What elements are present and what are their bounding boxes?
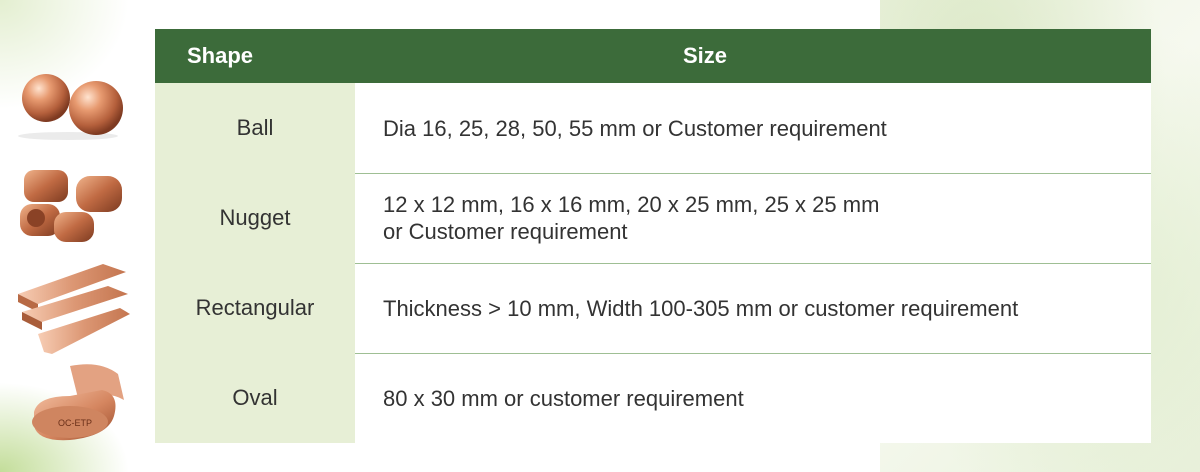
header-shape: Shape xyxy=(187,43,254,68)
size-cell: 80 x 30 mm or customer requirement xyxy=(355,353,1151,443)
shape-cell: Rectangular xyxy=(155,263,355,353)
copper-nuggets-image xyxy=(8,164,130,246)
table-row: Oval 80 x 30 mm or customer requirement xyxy=(155,353,1151,443)
size-cell: Thickness > 10 mm, Width 100-305 mm or c… xyxy=(355,263,1151,353)
table-row: Rectangular Thickness > 10 mm, Width 100… xyxy=(155,263,1151,353)
size-text: 12 x 12 mm, 16 x 16 mm, 20 x 25 mm, 25 x… xyxy=(383,192,880,217)
header-size: Size xyxy=(682,43,728,68)
size-cell: 12 x 12 mm, 16 x 16 mm, 20 x 25 mm, 25 x… xyxy=(355,173,1151,263)
size-text: 80 x 30 mm or customer requirement xyxy=(383,385,744,411)
size-text: Thickness > 10 mm, Width 100-305 mm or c… xyxy=(383,295,1019,321)
size-cell: Dia 16, 25, 28, 50, 55 mm or Customer re… xyxy=(355,83,1151,173)
table-row: Nugget 12 x 12 mm, 16 x 16 mm, 20 x 25 m… xyxy=(155,173,1151,263)
table-header: Shape Size xyxy=(155,29,1151,83)
shape-cell: Ball xyxy=(155,83,355,173)
size-text: Dia 16, 25, 28, 50, 55 mm or Customer re… xyxy=(383,115,887,141)
shape-cell: Nugget xyxy=(155,173,355,263)
table-row: Ball Dia 16, 25, 28, 50, 55 mm or Custom… xyxy=(155,83,1151,173)
copper-rectangular-bars-image xyxy=(8,264,130,356)
shape-cell: Oval xyxy=(155,353,355,443)
oval-stamp-text: OC-ETP xyxy=(58,418,92,428)
copper-shapes-size-table: Shape Size Ball Dia 16, 25, 28, 50, 55 m… xyxy=(155,29,1151,443)
size-text: or Customer requirement xyxy=(383,219,628,244)
copper-balls-image xyxy=(8,70,130,140)
copper-oval-anode-image: OC-ETP xyxy=(8,360,130,446)
